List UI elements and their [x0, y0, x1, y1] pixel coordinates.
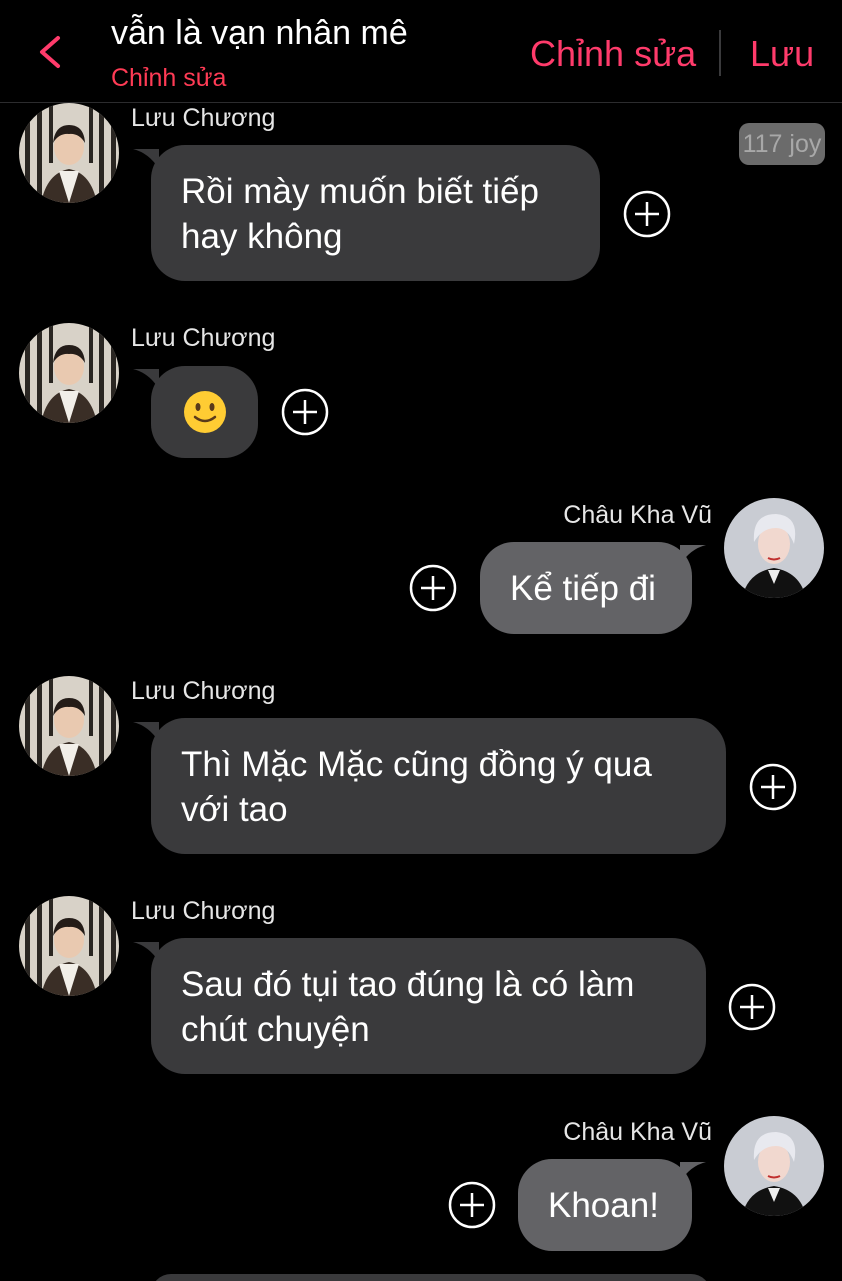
add-reaction-button[interactable] [409, 564, 457, 612]
avatar-chau-kha-vu[interactable] [724, 1116, 824, 1216]
avatar-image [19, 676, 119, 776]
message-bubble[interactable]: Khoan! [518, 1159, 692, 1251]
save-button[interactable]: Lưu [750, 33, 814, 75]
sender-name: Châu Kha Vũ [563, 1118, 712, 1146]
plus-circle-icon [749, 763, 797, 811]
avatar-chau-kha-vu[interactable] [724, 498, 824, 598]
message-bubble[interactable]: Thì Mặc Mặc cũng đồng ý qua với tao [151, 718, 726, 854]
avatar-luu-chuong[interactable] [19, 896, 119, 996]
avatar-image [724, 1116, 824, 1216]
avatar-image [19, 323, 119, 423]
slightly-smiling-face-icon [183, 391, 226, 433]
chevron-left-icon [40, 36, 60, 68]
message-bubble[interactable]: Rồi mày muốn biết tiếp hay không [151, 145, 600, 281]
sender-name: Châu Kha Vũ [563, 501, 712, 529]
sender-name: Lưu Chương [131, 324, 276, 352]
sender-name: Lưu Chương [131, 897, 276, 925]
plus-circle-icon [448, 1181, 496, 1229]
message-bubble[interactable]: Sau đó tụi tao đúng là có làm chút chuyệ… [151, 938, 706, 1074]
chat-title: vẫn là vạn nhân mê [111, 14, 408, 52]
add-reaction-button[interactable] [448, 1181, 496, 1229]
avatar-image [19, 896, 119, 996]
back-button[interactable] [30, 30, 70, 74]
header-divider [719, 30, 721, 76]
plus-circle-icon [409, 564, 457, 612]
add-reaction-button[interactable] [749, 763, 797, 811]
sender-name: Lưu Chương [131, 677, 276, 705]
add-reaction-button[interactable] [728, 983, 776, 1031]
avatar-image [724, 498, 824, 598]
joy-badge: 117 joy [739, 123, 825, 165]
next-message-bubble-partial [151, 1274, 711, 1281]
add-reaction-button[interactable] [623, 190, 671, 238]
avatar-luu-chuong[interactable] [19, 323, 119, 423]
plus-circle-icon [623, 190, 671, 238]
message-bubble-emoji[interactable] [151, 366, 258, 458]
message-bubble[interactable]: Kể tiếp đi [480, 542, 692, 634]
edit-button[interactable]: Chỉnh sửa [530, 33, 696, 75]
avatar-luu-chuong[interactable] [19, 676, 119, 776]
plus-circle-icon [728, 983, 776, 1031]
chat-subtitle[interactable]: Chỉnh sửa [111, 64, 226, 93]
chat-header: vẫn là vạn nhân mê Chỉnh sửa Chỉnh sửa L… [0, 0, 842, 103]
add-reaction-button[interactable] [281, 388, 329, 436]
sender-name: Lưu Chương [131, 104, 276, 132]
avatar-luu-chuong[interactable] [19, 103, 119, 203]
plus-circle-icon [281, 388, 329, 436]
avatar-image [19, 103, 119, 203]
chat-screen: vẫn là vạn nhân mê Chỉnh sửa Chỉnh sửa L… [0, 0, 842, 1281]
